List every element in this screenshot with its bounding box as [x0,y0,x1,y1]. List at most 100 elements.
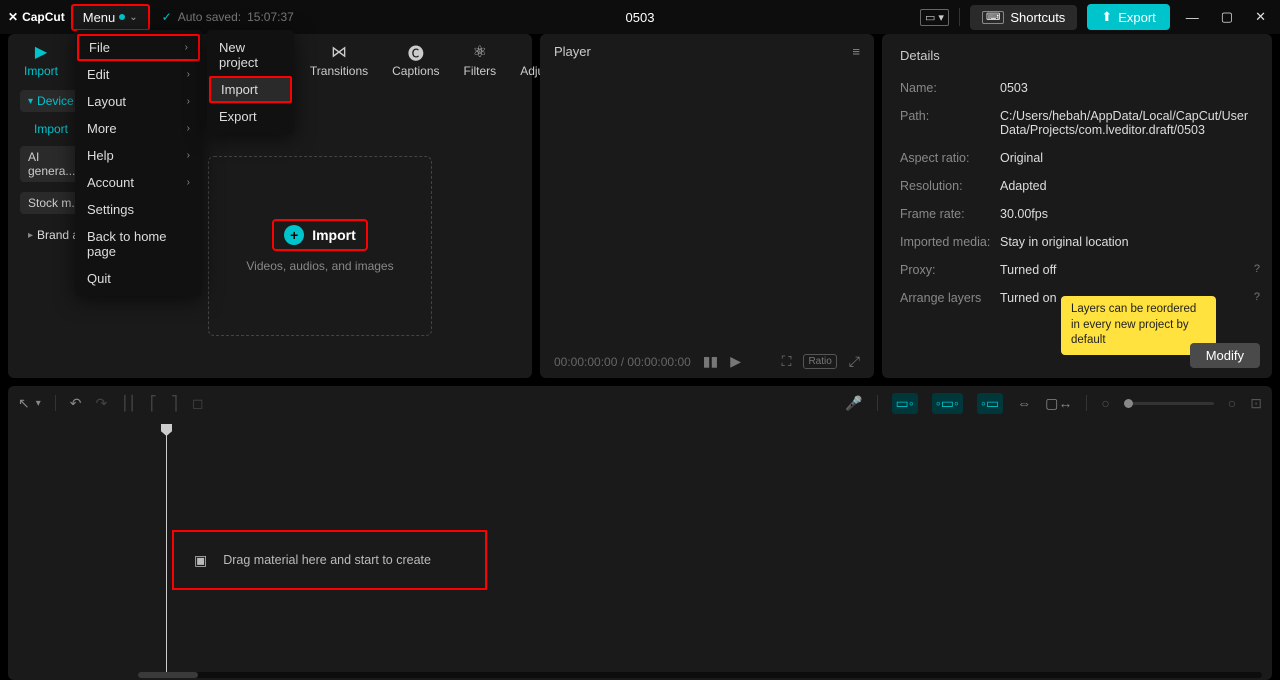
submenu-export[interactable]: Export [207,103,294,130]
menu-button[interactable]: Menu ⌄ [71,4,150,31]
detail-name: Name:0503 [900,81,1254,95]
chevron-right-icon: ▸ [28,230,33,241]
delete-left-button[interactable]: ⎡ [150,395,157,412]
tab-import-label: Import [24,64,58,78]
detail-framerate: Frame rate:30.00fps [900,207,1254,221]
chevron-down-icon: ⌄ [129,12,137,23]
chevron-down-icon: ▾ [28,96,33,107]
main-track-magnet[interactable]: ▭◦ [892,393,918,414]
detail-path: Path:C:/Users/hebah/AppData/Local/CapCut… [900,109,1254,137]
app-name: CapCut [22,10,65,24]
zoom-out-button[interactable]: ○ [1101,395,1109,411]
tab-transitions[interactable]: ⋈ Transitions [310,42,368,78]
zoom-fit-button[interactable]: ⊡ [1250,395,1262,412]
split-button[interactable]: ⎮⎮ [121,395,136,412]
check-icon: ✓ [162,10,172,24]
auto-saved-prefix: Auto saved: [178,10,241,24]
tab-transitions-label: Transitions [310,64,368,78]
selection-dropdown[interactable]: ▾ [36,398,41,409]
undo-button[interactable]: ↶ [70,395,82,412]
app-logo: ✕ CapCut [8,10,65,24]
player-time: 00:00:00:00 / 00:00:00:00 [554,355,691,369]
zoom-in-button[interactable]: ○ [1228,395,1236,411]
details-title: Details [900,48,1254,63]
detail-proxy: Proxy:Turned off? [900,263,1254,277]
auto-snap[interactable]: ◦▭◦ [932,393,963,414]
timeline-scrollbar[interactable] [138,672,1262,678]
file-submenu: New project Import Export [207,30,294,134]
fullscreen-icon[interactable]: ⤢ [849,353,860,370]
redo-button[interactable]: ↷ [96,395,108,412]
shortcuts-button[interactable]: ⌨ Shortcuts [970,5,1077,30]
linkage[interactable]: ◦▭ [977,393,1003,414]
player-panel: Player ≡ 00:00:00:00 / 00:00:00:00 ▮▮ ▶ … [540,34,874,378]
detail-aspect: Aspect ratio:Original [900,151,1254,165]
keyboard-icon: ⌨ [982,11,1004,24]
top-bar: ✕ CapCut Menu ⌄ ✓ Auto saved: 15:07:37 0… [0,0,1280,34]
maximize-button[interactable]: ▢ [1215,9,1239,25]
play-button[interactable]: ▶ [730,353,741,370]
close-button[interactable]: ✕ [1249,9,1272,25]
menu-item-edit[interactable]: Edit› [75,61,202,88]
focus-icon[interactable]: ⛶ [782,353,792,370]
clip-icon: ▣ [194,552,207,569]
tab-captions-label: Captions [392,64,439,78]
menu-item-more[interactable]: More› [75,115,202,142]
layout-icon[interactable]: ▭ ▾ [920,9,949,26]
mic-button[interactable]: 🎤 [845,395,862,412]
menu-item-quit[interactable]: Quit [75,265,202,292]
player-menu-icon[interactable]: ≡ [852,44,860,59]
menu-dot-icon [119,14,125,20]
import-icon: ▶ [35,42,47,62]
submenu-import[interactable]: Import [209,76,292,103]
menu-item-account[interactable]: Account› [75,169,202,196]
tab-filters-label: Filters [464,64,497,78]
plus-icon: + [284,225,304,245]
details-panel: Details Name:0503 Path:C:/Users/hebah/Ap… [882,34,1272,378]
menu-item-file[interactable]: File› [77,34,200,61]
import-button[interactable]: + Import [272,219,368,251]
auto-saved-time: 15:07:37 [247,10,294,24]
ratio-button[interactable]: Ratio [803,354,836,369]
menu-item-help[interactable]: Help› [75,142,202,169]
help-icon[interactable]: ? [1254,263,1260,275]
tab-import[interactable]: ▶ Import [24,42,58,78]
timeline-toolbar: ↖ ▾ ↶ ↷ ⎮⎮ ⎡ ⎤ ◻ 🎤 ▭◦ ◦▭◦ ◦▭ ⇔ ▢↔ ○ ○ ⊡ [8,386,1272,420]
menu-item-settings[interactable]: Settings [75,196,202,223]
transitions-icon: ⋈ [331,42,347,62]
chevron-right-icon: › [187,69,190,80]
menu-label: Menu [83,10,116,25]
chevron-right-icon: › [187,123,190,134]
preview-axis-button[interactable]: ▢↔ [1045,395,1072,412]
export-button[interactable]: ⬆ Export [1087,4,1169,30]
timeline[interactable]: ▣ Drag material here and start to create [8,420,1272,680]
help-icon[interactable]: ? [1254,291,1260,303]
align-button[interactable]: ⇔ [1017,395,1031,411]
logo-icon: ✕ [8,10,18,24]
chevron-right-icon: › [187,150,190,161]
tab-captions[interactable]: 🅒Captions [392,42,439,78]
side-device-label: Device [37,94,74,108]
import-subtext: Videos, audios, and images [246,259,393,273]
audio-meter-icon[interactable]: ▮▮ [703,353,718,370]
delete-right-button[interactable]: ⎤ [171,395,178,412]
playhead[interactable] [166,426,167,672]
timeline-drop-hint[interactable]: ▣ Drag material here and start to create [172,530,487,590]
side-stock-label: Stock m... [28,196,81,210]
import-drop-box[interactable]: + Import Videos, audios, and images [208,156,432,336]
minimize-button[interactable]: — [1180,10,1205,25]
modify-button[interactable]: Modify [1190,343,1260,368]
tab-filters[interactable]: ⚛ Filters [464,42,497,78]
import-button-label: Import [312,227,356,243]
crop-button[interactable]: ◻ [192,395,204,412]
menu-item-back-home[interactable]: Back to home page [75,223,202,265]
submenu-new-project[interactable]: New project [207,34,294,76]
zoom-slider[interactable] [1124,402,1214,405]
shortcuts-label: Shortcuts [1010,10,1065,25]
filters-icon: ⚛ [473,42,487,62]
detail-resolution: Resolution:Adapted [900,179,1254,193]
timeline-drop-text: Drag material here and start to create [223,553,431,567]
selection-tool[interactable]: ↖ [18,395,30,412]
main-menu-dropdown: File› Edit› Layout› More› Help› Account›… [75,30,202,296]
menu-item-layout[interactable]: Layout› [75,88,202,115]
